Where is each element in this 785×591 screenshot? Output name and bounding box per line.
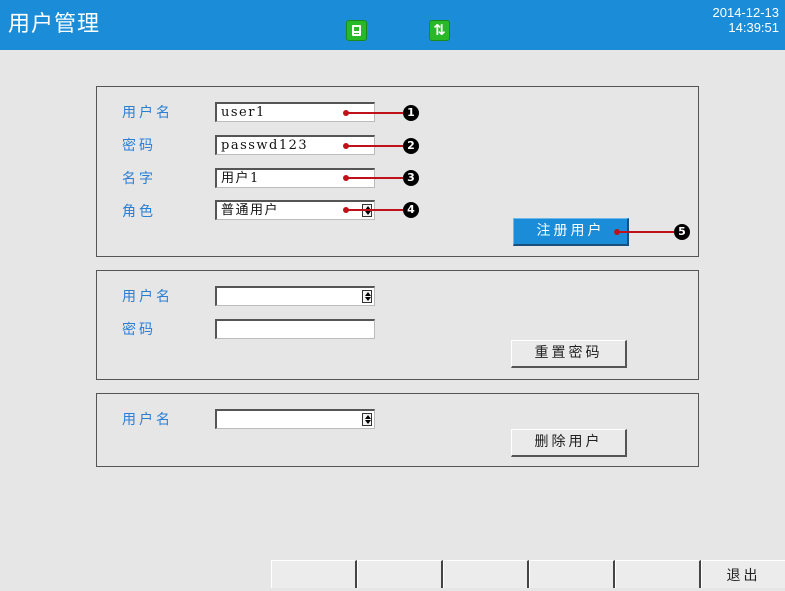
delete-username-select[interactable] bbox=[215, 409, 375, 429]
datetime: 2014-12-13 14:39:51 bbox=[713, 5, 780, 35]
function-key-1[interactable] bbox=[271, 560, 357, 588]
reset-username-select[interactable] bbox=[215, 286, 375, 306]
delete-user-panel: 用户名 删除用户 bbox=[96, 393, 699, 467]
username-label: 用户名 bbox=[122, 412, 173, 428]
date-text: 2014-12-13 bbox=[712, 5, 780, 20]
function-key-4[interactable] bbox=[529, 560, 615, 588]
function-key-2[interactable] bbox=[357, 560, 443, 588]
marker-3: 3 bbox=[403, 170, 419, 186]
callout-line-2 bbox=[345, 145, 403, 147]
sync-icon[interactable]: ⇅ bbox=[429, 20, 450, 41]
name-label: 名字 bbox=[122, 171, 156, 187]
password-label: 密码 bbox=[122, 322, 156, 338]
marker-4: 4 bbox=[403, 202, 419, 218]
role-select-value: 普通用户 bbox=[221, 203, 280, 218]
page-title: 用户管理 bbox=[8, 12, 101, 37]
callout-line-3 bbox=[345, 177, 403, 179]
callout-line-1 bbox=[345, 112, 403, 114]
save-icon[interactable] bbox=[346, 20, 367, 41]
title-bar: 用户管理 ⇅ 2014-12-13 14:39:51 bbox=[0, 0, 785, 50]
spinner-icon[interactable] bbox=[362, 290, 372, 303]
spinner-icon[interactable] bbox=[362, 413, 372, 426]
marker-2: 2 bbox=[403, 138, 419, 154]
marker-5: 5 bbox=[674, 224, 690, 240]
reset-password-field[interactable] bbox=[215, 319, 375, 339]
function-key-5[interactable] bbox=[615, 560, 701, 588]
time-text: 14:39:51 bbox=[728, 20, 779, 35]
password-label: 密码 bbox=[122, 138, 156, 154]
username-label: 用户名 bbox=[122, 289, 173, 305]
callout-line-4 bbox=[345, 209, 403, 211]
reset-password-button[interactable]: 重置密码 bbox=[511, 340, 627, 368]
function-key-3[interactable] bbox=[443, 560, 529, 588]
reset-password-panel: 用户名 密码 重置密码 bbox=[96, 270, 699, 380]
marker-1: 1 bbox=[403, 105, 419, 121]
role-label: 角色 bbox=[122, 204, 156, 220]
username-label: 用户名 bbox=[122, 105, 173, 121]
delete-user-button[interactable]: 删除用户 bbox=[511, 429, 627, 457]
callout-line-5 bbox=[616, 231, 674, 233]
register-user-button[interactable]: 注册用户 bbox=[513, 218, 629, 246]
exit-button[interactable]: 退出 bbox=[701, 560, 785, 588]
